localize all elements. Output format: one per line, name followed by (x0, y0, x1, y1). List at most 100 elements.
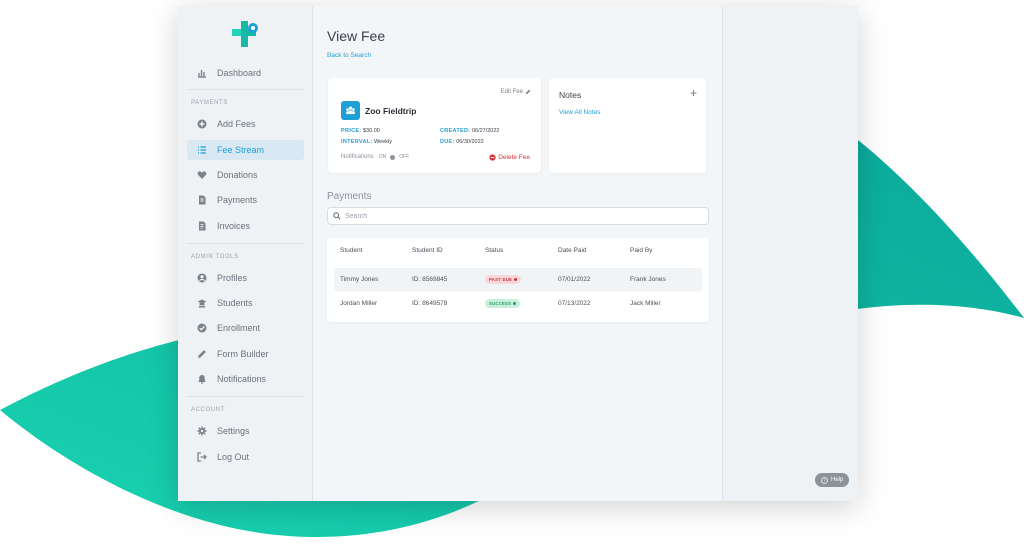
column-header-paid-by[interactable]: Paid By (630, 247, 652, 254)
sidebar-item-add-fees[interactable]: Add Fees (187, 114, 304, 134)
search-input[interactable] (345, 212, 685, 220)
table-header: Student Student ID Status Date Paid Paid… (327, 238, 709, 262)
document-icon (191, 195, 213, 205)
sidebar-item-label: Enrollment (217, 323, 261, 334)
payments-title: Payments (327, 191, 372, 202)
sidebar-item-donations[interactable]: Donations (187, 165, 304, 185)
back-to-search-link[interactable]: Back to Search (327, 52, 371, 59)
sidebar-item-label: Add Fees (217, 119, 256, 130)
notes-title: Notes (559, 90, 582, 100)
sidebar-item-label: Form Builder (217, 348, 269, 359)
view-all-notes-link[interactable]: View All Notes (559, 109, 600, 116)
fee-name: Zoo Fieldtrip (365, 106, 417, 116)
column-header-student-id[interactable]: Student ID (412, 247, 443, 254)
svg-text:?: ? (823, 478, 825, 483)
sidebar-item-label: Dashboard (217, 68, 262, 78)
delete-fee-label: Delete Fee (498, 154, 530, 161)
notes-card: Notes + View All Notes (549, 78, 706, 173)
medical-cross-logo-icon[interactable] (230, 18, 262, 50)
sidebar-item-students[interactable]: Students (187, 293, 304, 313)
logout-icon (191, 451, 213, 462)
minus-circle-icon (489, 154, 496, 161)
sidebar-item-profiles[interactable]: Profiles (187, 268, 304, 288)
interval-value: Weekly (374, 139, 392, 145)
sidebar-section-account: ACCOUNT (191, 407, 225, 414)
delete-fee-button[interactable]: Delete Fee (489, 154, 530, 161)
add-note-button[interactable]: + (690, 86, 697, 100)
toggle-knob (390, 154, 396, 160)
sidebar-item-label: Fee Stream (217, 144, 265, 155)
column-header-date-paid[interactable]: Date Paid (558, 247, 587, 254)
interval-key: INTERVAL: (341, 139, 373, 145)
graduation-cap-icon (191, 298, 213, 308)
sidebar-item-label: Profiles (217, 272, 248, 283)
sidebar-item-form-builder[interactable]: Form Builder (187, 344, 304, 364)
sidebar-item-label: Invoices (217, 220, 251, 231)
right-panel: ? Help (722, 6, 858, 501)
sidebar-item-settings[interactable]: Settings (187, 421, 304, 441)
cell-paid-by: Frank Jones (630, 276, 666, 283)
sidebar-item-enrollment[interactable]: Enrollment (187, 318, 304, 338)
cell-paid-by: Jack Miller (630, 300, 661, 307)
notifications-label: Notifications (341, 154, 374, 160)
help-button[interactable]: ? Help (815, 473, 850, 487)
sidebar-item-label: Notifications (217, 374, 267, 384)
table-row[interactable]: Jordan Miller ID: 8649578 SUCCESS 07/13/… (334, 292, 702, 315)
cell-date-paid: 07/01/2022 (558, 276, 591, 283)
status-badge-label: SUCCESS (489, 301, 512, 306)
sidebar-item-dashboard[interactable]: Dashboard (187, 63, 304, 83)
chart-icon (191, 68, 213, 78)
plus-circle-icon (191, 119, 213, 129)
gear-icon (191, 426, 213, 436)
cell-student-id: ID: 8649578 (412, 300, 448, 307)
heart-icon (191, 170, 213, 180)
question-circle-icon: ? (821, 476, 828, 484)
price-value: $30.00 (362, 128, 380, 134)
due-key: DUE: (440, 139, 455, 145)
sidebar-item-label: Students (217, 298, 253, 309)
edit-fee-button[interactable]: Edit Fee (501, 89, 531, 95)
created-key: CREATED: (440, 128, 471, 134)
status-dot (514, 278, 518, 281)
sidebar-divider (187, 396, 304, 398)
sidebar-item-label: Payments (217, 195, 258, 206)
sidebar: Dashboard PAYMENTS Add Fees Fee Stream Donat… (178, 6, 313, 501)
notifications-toggle[interactable]: ON OFF (379, 154, 410, 160)
sidebar-section-payments: PAYMENTS (191, 100, 228, 107)
cell-student-id: ID: 8569845 (412, 276, 448, 283)
fee-group-icon (341, 101, 360, 120)
fee-card: Edit Fee Zoo Fieldtrip PRICE: $30.00 INT… (328, 78, 541, 173)
user-circle-icon (191, 273, 213, 283)
fee-interval: INTERVAL: Weekly (341, 139, 392, 145)
column-header-status[interactable]: Status (485, 247, 503, 254)
notifications-row: Notifications ON OFF (341, 154, 409, 160)
status-dot (513, 302, 517, 305)
fee-due: DUE: 06/30/2022 (440, 139, 484, 145)
status-badge-label: PAST DUE (489, 277, 513, 282)
invoice-icon (191, 221, 213, 231)
fee-created: CREATED: 06/27/2022 (440, 128, 499, 134)
app-window: Dashboard PAYMENTS Add Fees Fee Stream Donat… (178, 6, 858, 501)
sidebar-divider (187, 242, 304, 244)
toggle-on-label: ON (378, 154, 387, 160)
page-title: View Fee (327, 28, 386, 44)
help-label: Help (831, 477, 844, 483)
sidebar-item-log-out[interactable]: Log Out (187, 447, 304, 467)
created-value: 06/27/2022 (471, 128, 500, 134)
cell-student: Jordan Miller (340, 300, 378, 307)
table-row[interactable]: Timmy Jones ID: 8569845 PAST DUE 07/01/2… (334, 268, 702, 291)
bell-icon (191, 374, 213, 384)
cell-student: Timmy Jones (340, 276, 379, 283)
sidebar-item-payments[interactable]: Payments (187, 190, 304, 210)
pencil-icon (525, 89, 531, 95)
due-value: 06/30/2022 (456, 139, 484, 145)
status-badge: PAST DUE (485, 275, 522, 284)
toggle-off-label: OFF (399, 154, 410, 160)
sidebar-divider (187, 89, 304, 91)
sidebar-item-notifications[interactable]: Notifications (187, 369, 304, 389)
sidebar-item-label: Settings (217, 426, 250, 437)
sidebar-section-admin-tools: ADMIN TOOLS (191, 253, 239, 260)
sidebar-item-invoices[interactable]: Invoices (187, 216, 304, 236)
column-header-student[interactable]: Student (340, 247, 362, 254)
sidebar-item-fee-stream[interactable]: Fee Stream (187, 139, 304, 160)
